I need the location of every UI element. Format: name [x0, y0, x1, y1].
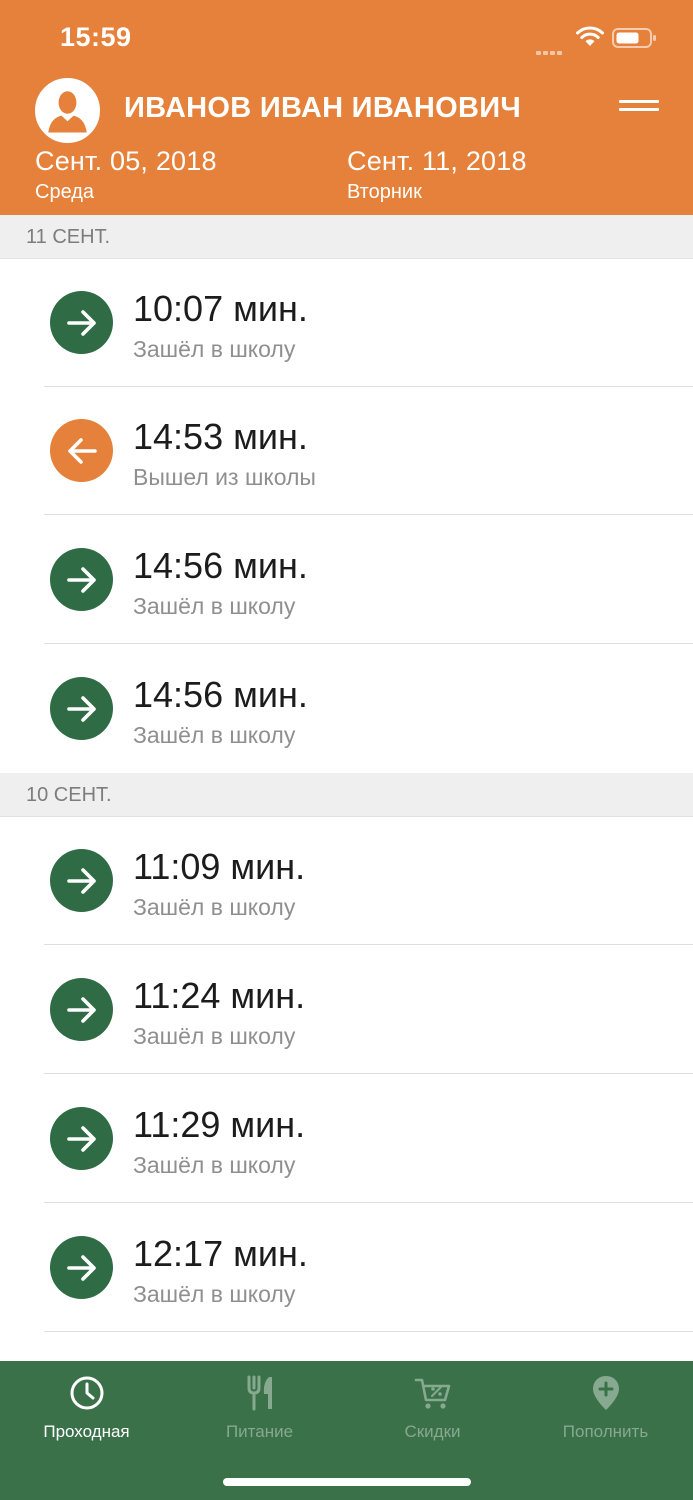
event-time: 10:07 мин.: [133, 288, 308, 329]
app-header: 15:59 ИВАНОВ ИВАН ИВАНОВИЧ Сент. 05, 201…: [0, 0, 693, 215]
arrow-left-icon: [50, 419, 113, 482]
wifi-icon: [576, 26, 604, 46]
list-item[interactable]: 14:53 мин. Вышел из школы: [0, 386, 693, 515]
arrow-right-icon: [50, 978, 113, 1041]
user-name: ИВАНОВ ИВАН ИВАНОВИЧ: [124, 92, 522, 124]
event-time: 12:17 мин.: [133, 1233, 308, 1274]
arrow-right-icon: [50, 291, 113, 354]
user-avatar[interactable]: [35, 78, 100, 143]
person-silhouette-icon: [37, 80, 98, 141]
start-date: Сент. 05, 2018: [35, 146, 217, 176]
list-item[interactable]: 11:24 мин. Зашёл в школу: [0, 945, 693, 1074]
tab-top-up[interactable]: Пополнить: [519, 1361, 692, 1461]
tab-label: Проходная: [43, 1422, 130, 1441]
tab-label: Пополнить: [562, 1422, 649, 1441]
event-label: Зашёл в школу: [133, 722, 296, 748]
section-header: 10 СЕНТ.: [0, 773, 693, 817]
event-time: 14:56 мин.: [133, 545, 308, 586]
tab-label: Скидки: [404, 1422, 461, 1441]
fork-knife-icon: [247, 1375, 272, 1411]
cellular-signal-icon: [536, 42, 568, 55]
location-plus-icon: [592, 1376, 619, 1410]
section-header: 11 СЕНТ.: [0, 215, 693, 259]
tab-discounts[interactable]: Скидки: [346, 1361, 519, 1461]
menu-icon[interactable]: [619, 100, 659, 122]
end-weekday: Вторник: [347, 181, 422, 203]
event-label: Зашёл в школу: [133, 1281, 296, 1307]
list-item[interactable]: 10:07 мин. Зашёл в школу: [0, 258, 693, 387]
event-label: Зашёл в школу: [133, 1152, 296, 1178]
home-indicator[interactable]: [223, 1478, 471, 1486]
tab-food[interactable]: Питание: [173, 1361, 346, 1461]
tab-checkpoint[interactable]: Проходная: [0, 1361, 173, 1461]
divider: [44, 1331, 693, 1332]
event-label: Зашёл в школу: [133, 336, 296, 362]
list-item[interactable]: 14:56 мин. Зашёл в школу: [0, 515, 693, 644]
arrow-right-icon: [50, 548, 113, 611]
end-date: Сент. 11, 2018: [347, 146, 527, 176]
event-label: Зашёл в школу: [133, 894, 296, 920]
arrow-right-icon: [50, 1236, 113, 1299]
list-item[interactable]: 14:56 мин. Зашёл в школу: [0, 644, 693, 773]
arrow-right-icon: [50, 849, 113, 912]
battery-icon: [612, 28, 656, 48]
event-time: 11:29 мин.: [133, 1104, 306, 1145]
date-range-end[interactable]: Сент. 11, 2018 Вторник: [347, 146, 527, 204]
status-bar-time: 15:59: [60, 22, 132, 52]
arrow-right-icon: [50, 1107, 113, 1170]
event-time: 14:53 мин.: [133, 416, 308, 457]
arrow-right-icon: [50, 677, 113, 740]
event-time: 11:24 мин.: [133, 975, 306, 1016]
list-item[interactable]: 11:09 мин. Зашёл в школу: [0, 816, 693, 945]
clock-icon: [70, 1376, 103, 1410]
discount-cart-icon: [414, 1378, 450, 1409]
tab-label: Питание: [225, 1422, 294, 1441]
event-label: Зашёл в школу: [133, 593, 296, 619]
event-time: 14:56 мин.: [133, 674, 308, 715]
event-label: Вышел из школы: [133, 464, 316, 490]
list-item[interactable]: 12:17 мин. Зашёл в школу: [0, 1203, 693, 1332]
start-weekday: Среда: [35, 181, 95, 203]
list-item[interactable]: 11:29 мин. Зашёл в школу: [0, 1074, 693, 1203]
event-label: Зашёл в школу: [133, 1023, 296, 1049]
date-range-start[interactable]: Сент. 05, 2018 Среда: [35, 146, 217, 204]
event-time: 11:09 мин.: [133, 846, 306, 887]
